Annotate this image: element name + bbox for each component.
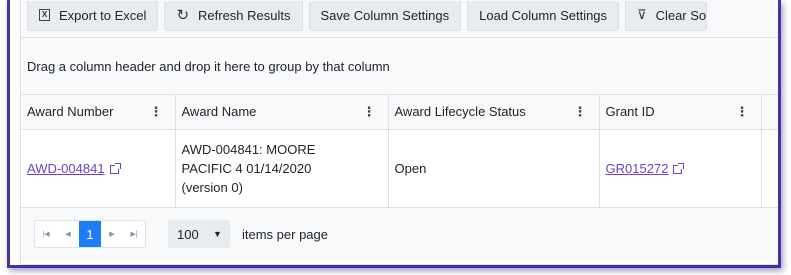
next-page-icon[interactable]: ▶	[101, 221, 123, 247]
kebab-menu-icon[interactable]: ⋮	[736, 104, 755, 120]
first-page-icon[interactable]: |◀	[35, 221, 57, 247]
award-number-link[interactable]: AWD-004841	[27, 161, 105, 176]
header-row: Award Number ⋮ Award Name ⋮ Award Lifecy…	[21, 95, 778, 130]
award-name-line: PACIFIC 4 01/14/2020	[181, 160, 312, 176]
cell-grant-id: GR015272	[599, 129, 762, 208]
load-column-settings-button[interactable]: Load Column Settings	[467, 0, 620, 31]
kebab-menu-icon[interactable]: ⋮	[150, 104, 169, 120]
kebab-menu-icon[interactable]: ⋮	[574, 104, 593, 120]
load-columns-label: Load Column Settings	[479, 7, 608, 23]
excel-icon: X	[39, 9, 50, 21]
export-label: Export to Excel	[59, 7, 147, 23]
column-header-overflow	[761, 95, 778, 130]
refresh-icon: ↻	[176, 7, 190, 24]
column-header-grant-id[interactable]: Grant ID ⋮	[599, 95, 762, 130]
refresh-results-button[interactable]: ↻ Refresh Results	[164, 0, 303, 31]
column-header-award-lifecycle-status[interactable]: Award Lifecycle Status ⋮	[388, 95, 600, 130]
data-table: Award Number ⋮ Award Name ⋮ Award Lifecy…	[21, 95, 778, 208]
cell-award-number: AWD-004841	[21, 129, 176, 208]
column-label: Award Number	[27, 104, 114, 120]
column-label: Award Lifecycle Status	[394, 104, 526, 120]
clear-sort-button[interactable]: ⊽ Clear So	[625, 0, 708, 31]
previous-page-icon[interactable]: ◀	[57, 221, 79, 247]
award-name-line: AWD-004841: MOORE	[181, 141, 316, 157]
award-name-line: (version 0)	[181, 179, 243, 195]
cell-status: Open	[388, 129, 600, 208]
save-column-settings-button[interactable]: Save Column Settings	[308, 0, 462, 31]
column-label: Grant ID	[605, 104, 655, 120]
column-label: Award Name	[181, 104, 257, 120]
grid: X Export to Excel ↻ Refresh Results Save…	[20, 0, 778, 265]
column-header-award-name[interactable]: Award Name ⋮	[175, 95, 389, 130]
group-by-drop-area[interactable]: Drag a column header and drop it here to…	[21, 38, 778, 95]
cell-award-name: AWD-004841: MOORE PACIFIC 4 01/14/2020 (…	[175, 129, 389, 208]
window-frame: X Export to Excel ↻ Refresh Results Save…	[7, 0, 781, 268]
status-text: Open	[394, 160, 427, 176]
grid-toolbar: X Export to Excel ↻ Refresh Results Save…	[21, 0, 778, 38]
last-page-icon[interactable]: ▶|	[123, 221, 145, 247]
chevron-down-icon: ▼	[213, 229, 222, 239]
refresh-label: Refresh Results	[198, 7, 291, 23]
column-header-award-number[interactable]: Award Number ⋮	[21, 95, 176, 130]
table-row: AWD-004841 AWD-004841: MOORE PACIFIC 4 0…	[21, 129, 778, 208]
items-per-page-label: items per page	[242, 226, 328, 242]
group-by-hint: Drag a column header and drop it here to…	[27, 58, 390, 74]
pagination-bar: |◀ ◀ 1 ▶ ▶| 100 ▼ items per page	[21, 207, 778, 261]
page-size-value: 100	[177, 226, 199, 242]
export-to-excel-button[interactable]: X Export to Excel	[27, 0, 159, 31]
filter-clear-icon: ⊽	[637, 7, 647, 22]
save-columns-label: Save Column Settings	[320, 7, 450, 23]
kebab-menu-icon[interactable]: ⋮	[363, 104, 382, 120]
page-number-button[interactable]: 1	[79, 221, 101, 247]
page-navigation: |◀ ◀ 1 ▶ ▶|	[34, 220, 146, 248]
external-link-icon[interactable]	[673, 162, 685, 174]
page-size-select[interactable]: 100 ▼	[168, 220, 230, 248]
grant-id-link[interactable]: GR015272	[606, 161, 669, 176]
clear-label: Clear So	[655, 7, 707, 23]
external-link-icon[interactable]	[109, 162, 121, 174]
cell-overflow	[761, 129, 778, 208]
